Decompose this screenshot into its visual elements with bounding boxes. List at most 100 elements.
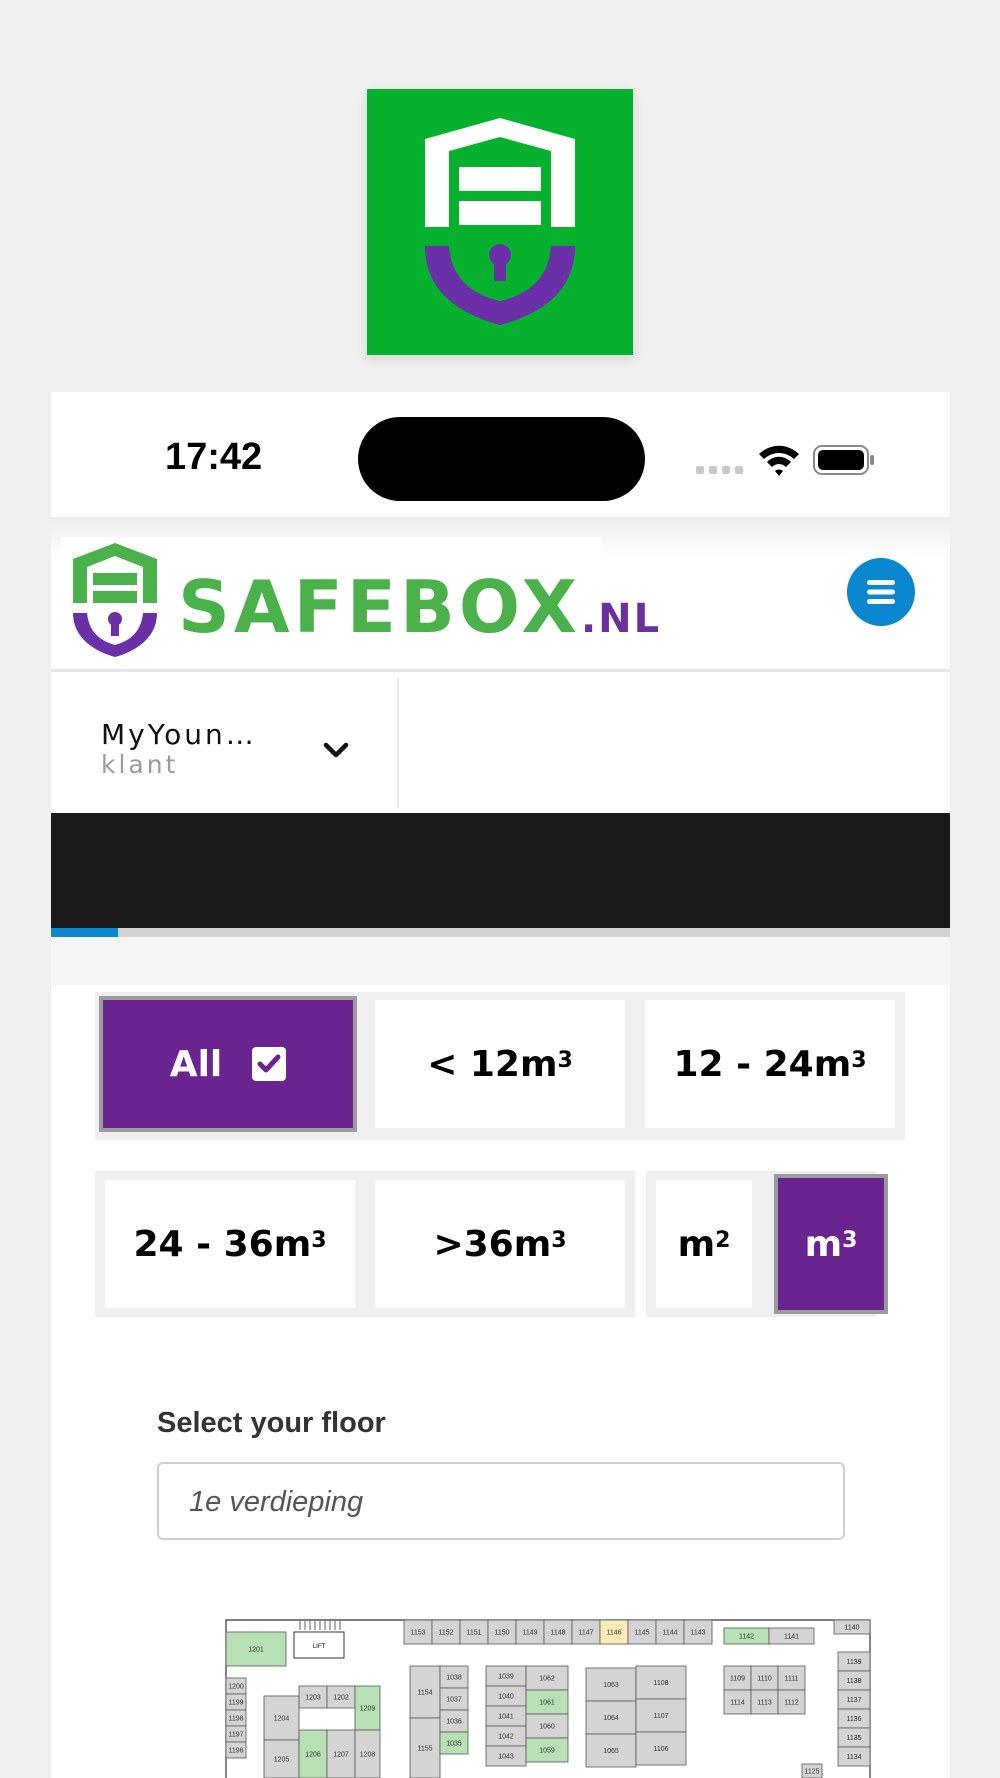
floor-unit-label: 1113 xyxy=(757,1700,772,1707)
unit-m3-sup: 3 xyxy=(842,1227,858,1253)
floor-unit-label: 1152 xyxy=(438,1630,453,1637)
menu-button[interactable] xyxy=(847,558,915,626)
floor-plan-svg: 1153 1152 1151 1150 1149 1148 1147 1146 1145 1144… xyxy=(225,1619,871,1778)
floor-unit-label: 1109 xyxy=(730,1676,745,1683)
floor-unit-label: 1196 xyxy=(228,1748,243,1755)
size-filter-group-1: All < 12m 3 12 - 24m 3 xyxy=(95,992,905,1140)
floor-select-label: Select your floor xyxy=(157,1407,386,1439)
floor-unit-label: 1107 xyxy=(653,1713,668,1720)
floor-unit-label: 1136 xyxy=(846,1716,861,1723)
battery-icon xyxy=(813,445,874,475)
floor-unit-label: 1110 xyxy=(757,1676,772,1683)
unit-m2-label: m xyxy=(677,1223,716,1265)
unit-m3-label: m xyxy=(804,1223,843,1265)
floor-unit-label: 1154 xyxy=(417,1690,432,1697)
checkbox-checked-icon xyxy=(252,1047,287,1081)
floor-unit-label: 1149 xyxy=(522,1630,537,1637)
filter-under-12-button[interactable]: < 12m 3 xyxy=(375,1000,625,1128)
size-filter-group-2: 24 - 36m 3 >36m 3 xyxy=(95,1171,635,1317)
floor-unit-label: 1208 xyxy=(360,1752,376,1759)
site-header: SAFEBOX.NL xyxy=(51,517,950,672)
account-bar: MyYoun… klant xyxy=(51,678,950,808)
floor-unit-label: 1198 xyxy=(228,1716,243,1723)
wifi-icon xyxy=(759,445,799,476)
dynamic-island xyxy=(358,417,645,501)
floor-unit-label: 1209 xyxy=(360,1706,376,1713)
status-bar: 17:42 xyxy=(51,392,950,517)
status-time: 17:42 xyxy=(165,436,263,478)
floor-unit-label: 1065 xyxy=(603,1748,619,1755)
floor-unit-label: 1108 xyxy=(653,1680,668,1687)
filter-over-36-sup: 3 xyxy=(551,1227,567,1253)
floor-unit-label: 1205 xyxy=(274,1757,290,1764)
floor-unit-label: 1043 xyxy=(498,1754,514,1761)
filter-under-12-label: < 12m xyxy=(427,1043,558,1085)
floor-unit-label: 1138 xyxy=(846,1678,861,1685)
safebox-logo[interactable]: SAFEBOX.NL xyxy=(61,537,659,663)
floor-unit-label: 1063 xyxy=(603,1682,619,1689)
floor-unit-label: 1207 xyxy=(333,1752,349,1759)
floor-unit-label: 1201 xyxy=(248,1647,264,1654)
floor-unit-label: 1036 xyxy=(446,1719,462,1726)
brand-name: SAFEBOX xyxy=(178,565,581,649)
unit-toggle-group: m2 m3 xyxy=(646,1171,888,1317)
floor-unit-label: 1059 xyxy=(539,1748,555,1755)
floor-unit-label: 1137 xyxy=(846,1697,861,1704)
unit-m2-button[interactable]: m2 xyxy=(656,1180,752,1308)
filter-12-24-button[interactable]: 12 - 24m 3 xyxy=(645,1000,895,1128)
floor-unit-label: 1151 xyxy=(466,1630,481,1637)
app-icon xyxy=(367,89,633,355)
floor-unit-label: 1040 xyxy=(498,1694,514,1701)
floor-unit-label: 1142 xyxy=(739,1634,754,1641)
floor-unit-label: 1125 xyxy=(804,1769,819,1776)
dark-banner xyxy=(51,813,950,928)
progress-bar xyxy=(51,928,950,937)
floor-unit-label: 1145 xyxy=(634,1630,649,1637)
floor-unit-label: 1106 xyxy=(653,1746,668,1753)
floor-unit-label: 1143 xyxy=(690,1630,705,1637)
floor-plan-map[interactable]: 1153 1152 1151 1150 1149 1148 1147 1146 1145 1144… xyxy=(224,1618,872,1778)
cellular-signal-icon xyxy=(696,466,743,474)
brand-tld: .NL xyxy=(580,596,662,642)
lift-label: LIFT xyxy=(313,1644,326,1650)
floor-unit-label: 1144 xyxy=(662,1630,677,1637)
progress-bar-fill xyxy=(51,928,119,937)
floor-unit-label: 1038 xyxy=(446,1675,462,1682)
floor-unit-label: 1147 xyxy=(578,1630,593,1637)
floor-unit-label: 1111 xyxy=(784,1676,798,1683)
filter-over-36-button[interactable]: >36m 3 xyxy=(375,1180,625,1308)
safebox-shield-icon xyxy=(425,118,575,325)
floor-unit-label: 1135 xyxy=(846,1735,861,1742)
floor-unit-label: 1204 xyxy=(274,1716,290,1723)
floor-unit-label: 1202 xyxy=(333,1695,349,1702)
floor-unit-label: 1141 xyxy=(784,1634,799,1641)
floor-unit-label: 1041 xyxy=(498,1714,514,1721)
floor-unit-label: 1146 xyxy=(606,1630,621,1637)
brand-wordmark: SAFEBOX.NL xyxy=(178,565,661,649)
hamburger-icon xyxy=(867,580,895,604)
floor-unit-label: 1062 xyxy=(539,1676,555,1683)
filter-all-button[interactable]: All xyxy=(99,996,357,1132)
floor-unit-label: 1203 xyxy=(305,1695,321,1702)
floor-unit-label: 1206 xyxy=(305,1752,321,1759)
filter-all-label: All xyxy=(169,1043,223,1085)
floor-unit-label: 1197 xyxy=(228,1732,243,1739)
floor-unit-label: 1035 xyxy=(446,1741,462,1748)
floor-unit-label: 1148 xyxy=(550,1630,565,1637)
account-name: MyYoun… xyxy=(101,718,257,751)
floor-select[interactable]: 1e verdieping xyxy=(157,1462,845,1540)
floor-unit-label: 1140 xyxy=(844,1625,859,1632)
filter-12-24-sup: 3 xyxy=(851,1047,867,1073)
account-role: klant xyxy=(101,750,179,779)
floor-unit-label: 1153 xyxy=(410,1630,425,1637)
shield-logo-icon xyxy=(73,543,157,657)
filter-24-36-button[interactable]: 24 - 36m 3 xyxy=(105,1180,355,1308)
unit-m3-button[interactable]: m3 xyxy=(774,1174,888,1314)
floor-unit-label: 1112 xyxy=(784,1700,799,1707)
filter-12-24-label: 12 - 24m xyxy=(673,1043,852,1085)
floor-unit-label: 1155 xyxy=(417,1746,432,1753)
phone-screen: 17:42 SAFEBOX.NL MyYoun… klant All < 12m… xyxy=(51,392,950,1778)
filter-under-12-sup: 3 xyxy=(557,1047,573,1073)
filter-over-36-label: >36m xyxy=(433,1223,552,1265)
account-switcher[interactable]: MyYoun… klant xyxy=(51,678,399,808)
